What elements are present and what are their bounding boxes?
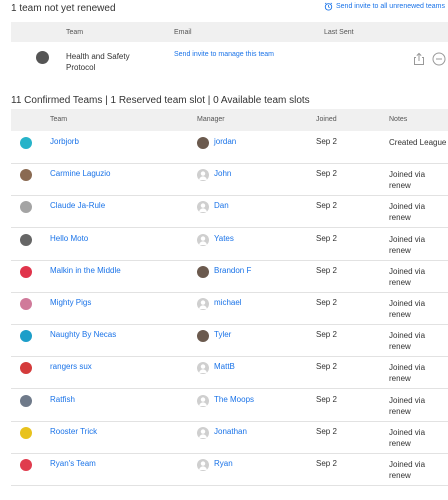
joined-date: Sep 2 [316, 233, 337, 243]
joined-date: Sep 2 [316, 137, 337, 146]
team-logo-icon [20, 169, 32, 182]
col-notes: Notes [389, 116, 408, 123]
team-logo-icon [20, 426, 32, 439]
unrenewed-row: Health and Safety Protocol Send invite t… [11, 42, 448, 82]
team-name-link[interactable]: Ryan's Team [50, 459, 96, 468]
team-row: Mighty Pigs michael Sep 2 Joined via renew [11, 292, 448, 325]
notes-text: Joined via renew [389, 427, 426, 448]
default-avatar-icon [197, 426, 209, 439]
notes-text: Joined via renew [389, 460, 426, 480]
send-invite-all-link[interactable]: Send invite to all unrenewed teams [324, 2, 445, 11]
team-name-link[interactable]: Mighty Pigs [50, 298, 91, 307]
team-row: Claude Ja-Rule Dan Sep 2 Joined via renew [11, 195, 448, 229]
default-avatar-icon [197, 233, 209, 246]
manager-avatar [197, 265, 209, 278]
team-name-link[interactable]: Hello Moto [50, 234, 88, 243]
manager-name-link[interactable]: Dan [214, 201, 229, 210]
manager-name-link[interactable]: Jonathan [214, 427, 247, 436]
team-name-link[interactable]: Ratfish [50, 395, 75, 404]
alarm-clock-icon [324, 2, 333, 11]
joined-date: Sep 2 [316, 459, 337, 468]
default-avatar-icon [197, 298, 209, 310]
joined-date: Sep 2 [316, 362, 337, 372]
joined-date: Sep 2 [316, 394, 337, 404]
manager-avatar [197, 330, 209, 343]
notes-text: Joined via renew [389, 170, 426, 191]
team-logo-icon [20, 298, 32, 310]
manager-name-link[interactable]: michael [214, 298, 242, 307]
confirmed-title: 11 Confirmed Teams | 1 Reserved team slo… [11, 95, 310, 106]
notes-text: Joined via renew [389, 331, 426, 352]
default-avatar-icon [197, 362, 209, 375]
team-name-link[interactable]: Carmine Laguzio [50, 169, 110, 178]
team-logo-icon [20, 362, 32, 375]
team-row: Ryan's Team Ryan Sep 2 Joined via renew [11, 453, 448, 486]
joined-date: Sep 2 [316, 330, 337, 340]
notes-text: Created League [389, 138, 447, 147]
team-row: Naughty By Necas Tyler Sep 2 Joined via ren… [11, 324, 448, 358]
unrenewed-table-header: Team Email Last Sent [11, 22, 448, 42]
team-row: Ratfish The Moops Sep 2 Joined via renew [11, 389, 448, 422]
team-logo-icon [20, 233, 32, 246]
team-logo-icon [20, 265, 32, 278]
team-name-link[interactable]: Claude Ja-Rule [50, 201, 105, 210]
remove-circle-icon[interactable] [432, 52, 446, 66]
notes-text: Joined via renew [389, 234, 426, 255]
default-avatar-icon [197, 169, 209, 182]
confirmed-table-header: Team Manager Joined Notes [11, 109, 448, 131]
team-logo-icon [20, 459, 32, 471]
default-avatar-icon [197, 459, 209, 471]
default-avatar-icon [197, 394, 209, 407]
joined-date: Sep 2 [316, 169, 337, 179]
send-invite-link[interactable]: Send invite to manage this team [174, 51, 274, 58]
notes-text: Joined via renew [389, 266, 426, 287]
default-avatar-icon [197, 201, 209, 214]
team-name-link[interactable]: Rooster Trick [50, 427, 97, 436]
col-last-sent: Last Sent [324, 29, 354, 36]
team-name: Health and Safety Protocol [66, 52, 130, 72]
manager-name-link[interactable]: Yates [214, 234, 234, 243]
team-name-link[interactable]: Malkin in the Middle [50, 266, 121, 275]
team-logo-icon [20, 394, 32, 407]
notes-text: Joined via renew [389, 202, 426, 223]
col-email: Email [174, 29, 192, 36]
team-logo-icon [20, 137, 32, 149]
joined-date: Sep 2 [316, 426, 337, 436]
manager-name-link[interactable]: Ryan [214, 459, 233, 468]
col-manager: Manager [197, 116, 225, 123]
notes-text: Joined via renew [389, 299, 426, 319]
team-name-link[interactable]: Naughty By Necas [50, 330, 116, 339]
team-logo-icon [20, 330, 32, 343]
team-row: rangers sux MattB Sep 2 Joined via renew [11, 356, 448, 390]
joined-date: Sep 2 [316, 265, 337, 275]
team-row: Rooster Trick Jonathan Sep 2 Joined via ren… [11, 421, 448, 454]
col-joined: Joined [316, 116, 337, 123]
manager-name-link[interactable]: John [214, 169, 231, 178]
team-row: Jorbjorb jordan Sep 2 Created League [11, 131, 448, 164]
manager-name-link[interactable]: Tyler [214, 330, 231, 339]
share-icon[interactable] [412, 52, 426, 66]
joined-date: Sep 2 [316, 298, 337, 307]
manager-name-link[interactable]: MattB [214, 362, 235, 371]
col-team: Team [50, 116, 68, 123]
notes-text: Joined via renew [389, 363, 426, 384]
unrenewed-title: 1 team not yet renewed [11, 3, 116, 14]
col-team: Team [66, 29, 84, 36]
team-logo-icon [20, 201, 32, 214]
joined-date: Sep 2 [316, 201, 337, 211]
team-row: Malkin in the Middle Brandon F Sep 2 Joined… [11, 260, 448, 293]
team-row: Hello Moto Yates Sep 2 Joined via renew [11, 228, 448, 261]
notes-text: Joined via renew [389, 395, 426, 416]
manager-name-link[interactable]: The Moops [214, 395, 254, 404]
manager-name-link[interactable]: jordan [214, 137, 236, 146]
team-logo-icon [36, 51, 49, 64]
team-name-link[interactable]: Jorbjorb [50, 137, 79, 146]
send-invite-all-label: Send invite to all unrenewed teams [336, 3, 445, 10]
manager-avatar [197, 137, 209, 149]
manager-name-link[interactable]: Brandon F [214, 266, 251, 275]
team-row: Carmine Laguzio John Sep 2 Joined via renew [11, 163, 448, 197]
team-name-link[interactable]: rangers sux [50, 362, 92, 371]
